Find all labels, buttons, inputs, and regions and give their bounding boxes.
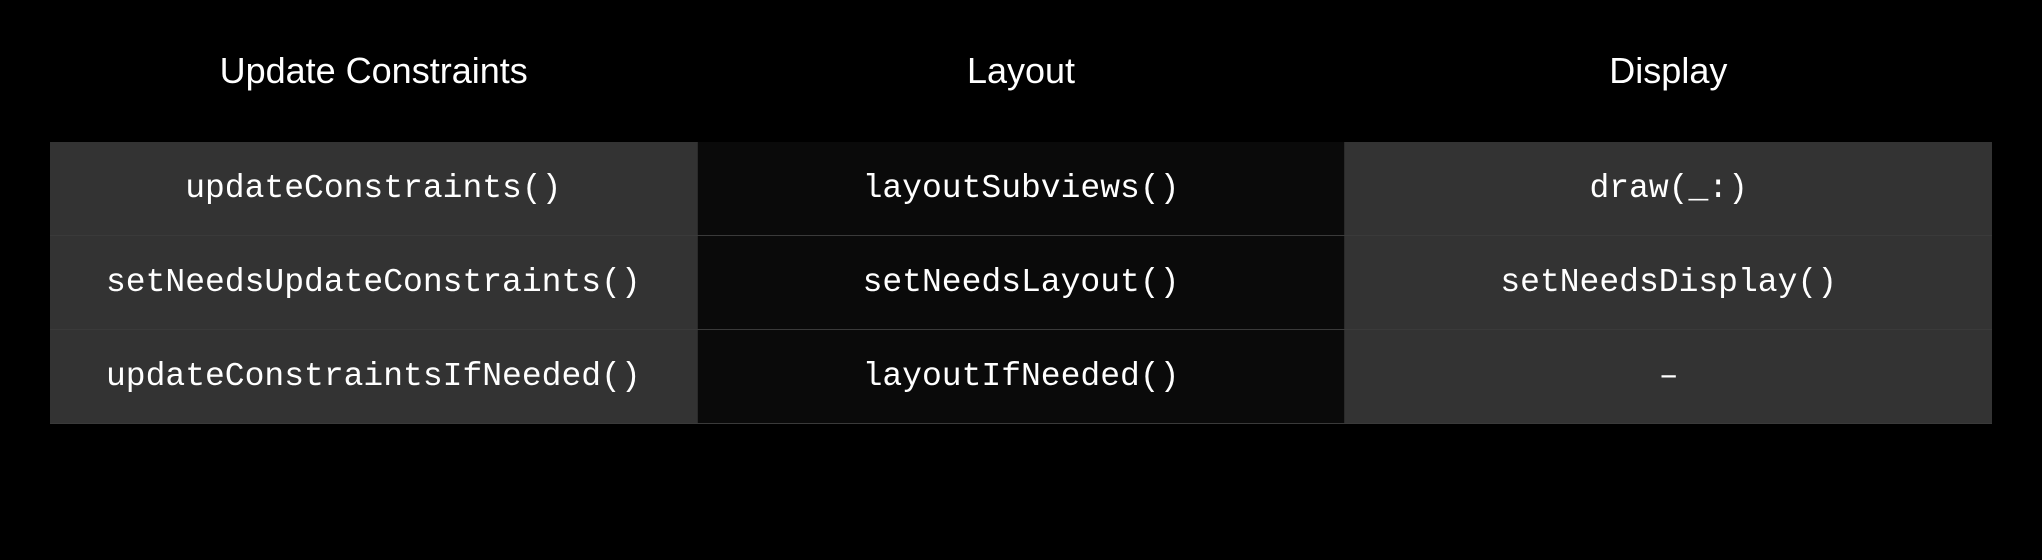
cell-update-constraints-ifneeded: updateConstraintsIfNeeded() bbox=[50, 330, 698, 423]
cell-display-override: draw(_:) bbox=[1345, 142, 1992, 235]
header-update-constraints: Update Constraints bbox=[50, 30, 697, 142]
layout-methods-table: Update Constraints Layout Display update… bbox=[50, 30, 1992, 424]
cell-layout-override: layoutSubviews() bbox=[698, 142, 1346, 235]
header-layout: Layout bbox=[697, 30, 1344, 142]
cell-update-constraints-setneeds: setNeedsUpdateConstraints() bbox=[50, 236, 698, 329]
cell-display-ifneeded: – bbox=[1345, 330, 1992, 423]
table-row: setNeedsUpdateConstraints() setNeedsLayo… bbox=[50, 236, 1992, 330]
cell-layout-setneeds: setNeedsLayout() bbox=[698, 236, 1346, 329]
cell-update-constraints-override: updateConstraints() bbox=[50, 142, 698, 235]
table-row: updateConstraints() layoutSubviews() dra… bbox=[50, 142, 1992, 236]
table-row: updateConstraintsIfNeeded() layoutIfNeed… bbox=[50, 330, 1992, 424]
table-header-row: Update Constraints Layout Display bbox=[50, 30, 1992, 142]
header-display: Display bbox=[1345, 30, 1992, 142]
cell-layout-ifneeded: layoutIfNeeded() bbox=[698, 330, 1346, 423]
cell-display-setneeds: setNeedsDisplay() bbox=[1345, 236, 1992, 329]
